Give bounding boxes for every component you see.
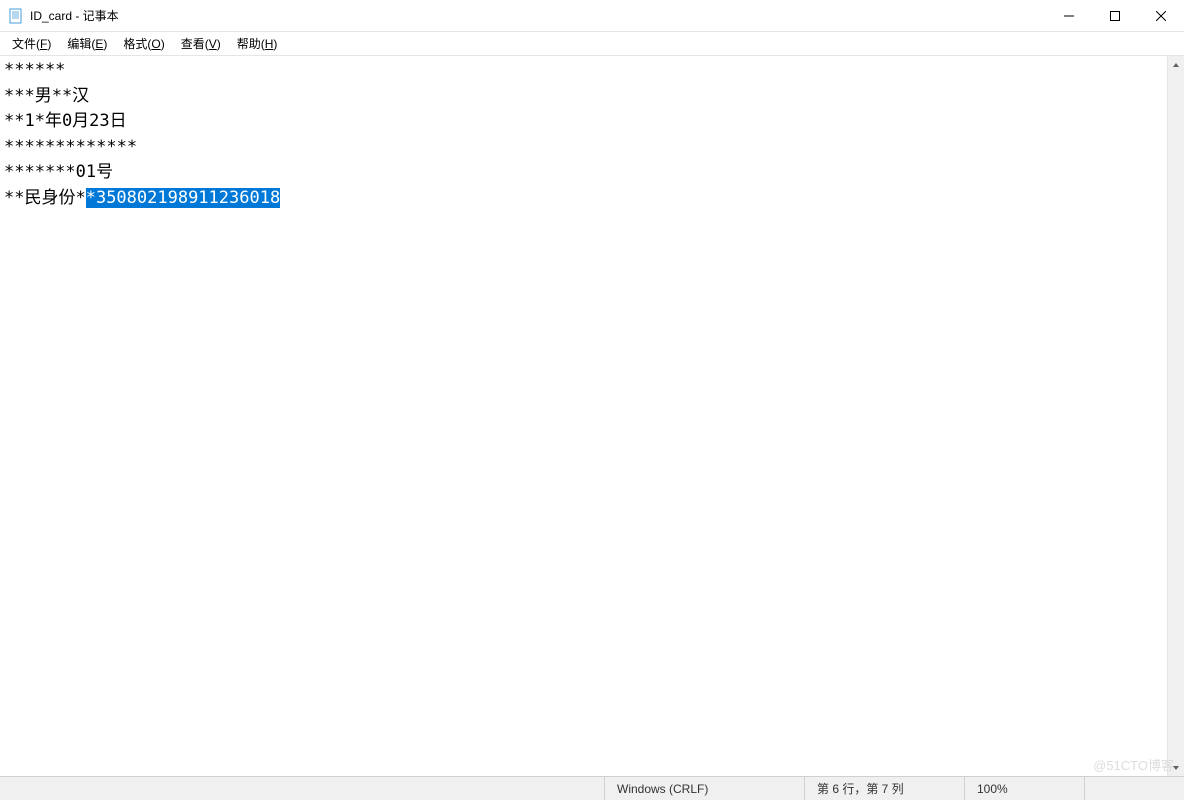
notepad-icon (8, 8, 24, 24)
scroll-up-button[interactable] (1168, 56, 1184, 73)
minimize-button[interactable] (1046, 0, 1092, 31)
menu-edit[interactable]: 编辑(E) (59, 33, 115, 54)
close-button[interactable] (1138, 0, 1184, 31)
titlebar: ID_card - 记事本 (0, 0, 1184, 32)
selected-text: *350802198911236018 (86, 188, 280, 208)
status-zoom: 100% (964, 777, 1084, 800)
text-line: **1*年0月23日 (4, 109, 1163, 135)
scroll-down-button[interactable] (1168, 759, 1184, 776)
text-line: **民身份**350802198911236018 (4, 186, 1163, 212)
menu-help[interactable]: 帮助(H) (229, 33, 286, 54)
text-line: ************* (4, 135, 1163, 161)
statusbar: Windows (CRLF) 第 6 行，第 7 列 100% (0, 776, 1184, 800)
status-encoding: Windows (CRLF) (604, 777, 804, 800)
vertical-scrollbar[interactable] (1167, 56, 1184, 776)
maximize-button[interactable] (1092, 0, 1138, 31)
text-line: ***男**汉 (4, 84, 1163, 110)
status-cursor-position: 第 6 行，第 7 列 (804, 777, 964, 800)
text-line: ****** (4, 58, 1163, 84)
menu-format[interactable]: 格式(O) (115, 33, 172, 54)
text-editor[interactable]: *********男**汉**1*年0月23日*****************… (0, 56, 1167, 776)
menu-view[interactable]: 查看(V) (173, 33, 229, 54)
menu-file[interactable]: 文件(F) (4, 33, 59, 54)
text-line: *******01号 (4, 160, 1163, 186)
window-title: ID_card - 记事本 (30, 7, 1046, 24)
window-controls (1046, 0, 1184, 31)
content-area: *********男**汉**1*年0月23日*****************… (0, 56, 1184, 776)
status-empty (1084, 777, 1184, 800)
menubar: 文件(F) 编辑(E) 格式(O) 查看(V) 帮助(H) (0, 32, 1184, 56)
